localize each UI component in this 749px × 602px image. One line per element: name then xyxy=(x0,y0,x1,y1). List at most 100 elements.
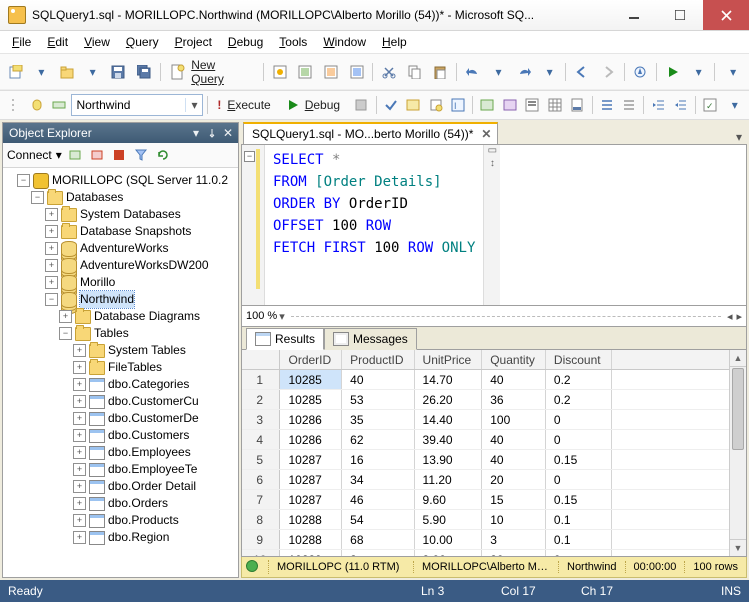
disconnect-icon[interactable] xyxy=(88,146,106,164)
tree-awdw[interactable]: +AdventureWorksDW200 xyxy=(3,257,238,274)
cut-icon[interactable] xyxy=(377,60,401,84)
cell-discount[interactable]: 0.1 xyxy=(545,530,611,550)
tab-sqlquery1[interactable]: SQLQuery1.sql - MO...berto Morillo (54))… xyxy=(243,122,498,144)
cell-unitprice[interactable]: 26.20 xyxy=(414,390,482,410)
comment-icon[interactable] xyxy=(596,93,616,117)
cell-orderid[interactable]: 10288 xyxy=(280,510,342,530)
connect-icon[interactable] xyxy=(66,146,84,164)
sql-code[interactable]: SELECT * FROM [Order Details] ORDER BY O… xyxy=(265,145,483,305)
tree-filetables[interactable]: +FileTables xyxy=(3,359,238,376)
include-stats-icon[interactable] xyxy=(500,93,520,117)
cell-quantity[interactable]: 10 xyxy=(482,510,546,530)
open-dd-icon[interactable]: ▾ xyxy=(81,60,105,84)
scroll-down-icon[interactable]: ▼ xyxy=(730,539,746,556)
zoom-dd-icon[interactable]: ▾ xyxy=(279,310,285,323)
cell-unitprice[interactable]: 10.00 xyxy=(414,530,482,550)
cell-quantity[interactable]: 15 xyxy=(482,490,546,510)
connect-label[interactable]: Connect xyxy=(7,148,52,162)
table-row[interactable]: 9102886810.0030.1 xyxy=(242,530,746,550)
row-num[interactable]: 7 xyxy=(242,490,280,510)
up-down-icon[interactable]: ↕ xyxy=(490,158,495,169)
cell-unitprice[interactable]: 11.20 xyxy=(414,470,482,490)
results-grid-icon[interactable] xyxy=(545,93,565,117)
cell-unitprice[interactable]: 39.40 xyxy=(414,430,482,450)
minimize-button[interactable] xyxy=(611,0,657,30)
new-query-button[interactable]: New Query xyxy=(165,56,259,88)
cell-unitprice[interactable]: 14.70 xyxy=(414,370,482,390)
copy-icon[interactable] xyxy=(403,60,427,84)
close-panel-icon[interactable]: ✕ xyxy=(220,125,236,141)
results-text-icon[interactable] xyxy=(522,93,542,117)
toolbar-options2-icon[interactable]: ▾ xyxy=(725,93,745,117)
cell-quantity[interactable]: 40 xyxy=(482,430,546,450)
query-options-icon[interactable] xyxy=(425,93,445,117)
table-row[interactable]: 101028938.00300 xyxy=(242,550,746,558)
tree-t5[interactable]: +dbo.Employees xyxy=(3,444,238,461)
tree-tables[interactable]: −Tables xyxy=(3,325,238,342)
start-icon[interactable] xyxy=(661,60,685,84)
table-row[interactable]: 2102855326.20360.2 xyxy=(242,390,746,410)
cell-unitprice[interactable]: 9.60 xyxy=(414,490,482,510)
cell-productid[interactable]: 16 xyxy=(342,450,414,470)
cell-discount[interactable]: 0 xyxy=(545,470,611,490)
outdent-icon[interactable] xyxy=(671,93,691,117)
cell-discount[interactable]: 0.1 xyxy=(545,510,611,530)
cell-discount[interactable]: 0.15 xyxy=(545,490,611,510)
tree-databases[interactable]: −Databases xyxy=(3,189,238,206)
cell-unitprice[interactable]: 13.90 xyxy=(414,450,482,470)
cell-orderid[interactable]: 10285 xyxy=(280,390,342,410)
row-num[interactable]: 5 xyxy=(242,450,280,470)
tree-dd[interactable]: +Database Diagrams xyxy=(3,308,238,325)
table-row[interactable]: 710287469.60150.15 xyxy=(242,490,746,510)
cell-discount[interactable]: 0.2 xyxy=(545,390,611,410)
cell-productid[interactable]: 46 xyxy=(342,490,414,510)
col-unitprice[interactable]: UnitPrice xyxy=(414,350,482,370)
tree-morillo[interactable]: +Morillo xyxy=(3,274,238,291)
database-combo[interactable]: Northwind ▾ xyxy=(71,94,203,116)
activity-icon[interactable] xyxy=(629,60,653,84)
cell-orderid[interactable]: 10289 xyxy=(280,550,342,558)
cell-orderid[interactable]: 10288 xyxy=(280,530,342,550)
toolbar-options-icon[interactable]: ▾ xyxy=(721,60,745,84)
tree-t10[interactable]: +dbo.Region xyxy=(3,529,238,546)
col-quantity[interactable]: Quantity xyxy=(482,350,546,370)
cell-productid[interactable]: 40 xyxy=(342,370,414,390)
cell-orderid[interactable]: 10286 xyxy=(280,430,342,450)
cell-orderid[interactable]: 10285 xyxy=(280,370,342,390)
cell-orderid[interactable]: 10287 xyxy=(280,450,342,470)
open-icon[interactable] xyxy=(55,60,79,84)
undo-icon[interactable] xyxy=(461,60,485,84)
close-button[interactable] xyxy=(703,0,749,30)
indent-icon[interactable] xyxy=(648,93,668,117)
tree-t4[interactable]: +dbo.Customers xyxy=(3,427,238,444)
cell-quantity[interactable]: 20 xyxy=(482,470,546,490)
object-explorer-tree[interactable]: −MORILLOPC (SQL Server 11.0.2 −Databases… xyxy=(3,168,238,577)
tree-t8[interactable]: +dbo.Orders xyxy=(3,495,238,512)
tree-t7[interactable]: +dbo.Order Detail xyxy=(3,478,238,495)
menu-window[interactable]: Window xyxy=(315,33,374,51)
col-rownum[interactable] xyxy=(242,350,280,370)
hscroll-right-icon[interactable]: ▸ xyxy=(736,310,746,323)
row-num[interactable]: 6 xyxy=(242,470,280,490)
tree-snap[interactable]: +Database Snapshots xyxy=(3,223,238,240)
scroll-up-icon[interactable]: ▲ xyxy=(730,350,746,367)
cell-productid[interactable]: 3 xyxy=(342,550,414,558)
table-row[interactable]: 1102854014.70400.2 xyxy=(242,370,746,390)
cell-quantity[interactable]: 36 xyxy=(482,390,546,410)
tree-t6[interactable]: +dbo.EmployeeTe xyxy=(3,461,238,478)
stop-icon[interactable] xyxy=(110,146,128,164)
col-discount[interactable]: Discount xyxy=(545,350,611,370)
tree-t2[interactable]: +dbo.CustomerCu xyxy=(3,393,238,410)
intellisense-icon[interactable]: I xyxy=(448,93,468,117)
specify-values-icon[interactable]: ✓ xyxy=(700,93,720,117)
row-num[interactable]: 1 xyxy=(242,370,280,390)
cell-quantity[interactable]: 100 xyxy=(482,410,546,430)
row-num[interactable]: 4 xyxy=(242,430,280,450)
scroll-thumb[interactable] xyxy=(732,368,744,450)
refresh-icon[interactable] xyxy=(154,146,172,164)
cell-orderid[interactable]: 10287 xyxy=(280,490,342,510)
dmx-query-icon[interactable] xyxy=(319,60,343,84)
cell-quantity[interactable]: 3 xyxy=(482,530,546,550)
menu-edit[interactable]: Edit xyxy=(39,33,76,51)
row-num[interactable]: 10 xyxy=(242,550,280,558)
